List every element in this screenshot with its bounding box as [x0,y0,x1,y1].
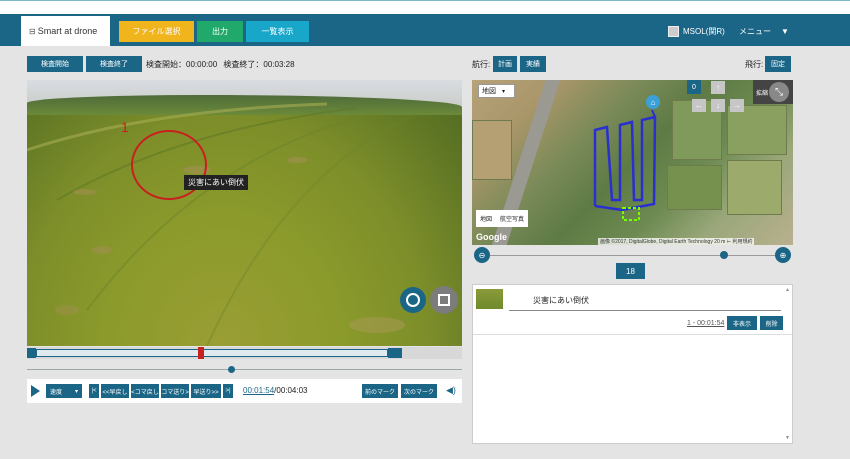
map-type-label: 地図 [482,88,496,95]
current-time[interactable]: 00:01:54 [243,386,274,395]
zoom-track[interactable] [490,255,775,256]
pan-down-icon[interactable]: ↓ [711,99,725,112]
chevron-down-icon: ▼ [781,26,789,36]
plan-button[interactable]: 計画 [493,56,517,72]
scroll-up-icon[interactable]: ▲ [785,287,790,293]
pan-left-icon[interactable]: ← [692,99,706,112]
map-copyright: 画像 ©2017, DigitalGlobe, Digital Earth Te… [598,238,755,245]
hide-button[interactable]: 非表示 [727,316,757,330]
menu-label: メニュー [739,26,771,36]
map-zero-button[interactable]: 0 [687,80,701,94]
inspection-start-button[interactable]: 検査開始 [27,56,83,72]
timeline-bar[interactable] [27,347,462,359]
pan-right-icon[interactable]: → [730,99,744,112]
drone-video-player[interactable]: 1 災害にあい倒伏 [27,80,462,346]
marker-number: 1 [121,119,129,135]
marker-label: 災害にあい倒伏 [184,175,248,190]
inspection-start-label: 検査開始： [146,60,186,69]
skip-end-button[interactable]: >| [223,384,233,398]
window-top-strip [0,0,850,14]
app-header: ⊟ Smart at drone ファイル選択 出力 一覧表示 MSOL(関R)… [0,14,850,46]
list-item[interactable]: 災害にあい倒伏 1 - 00:01:54 非表示 削除 [473,285,792,335]
zoom-level: 18 [616,263,645,279]
zoom-handle[interactable] [719,251,728,259]
circle-marker-tool-button[interactable] [400,287,426,313]
legend-map-label[interactable]: 地図 [480,214,492,223]
app-logo-icon: ⊟ [29,26,36,36]
fullscreen-button[interactable]: 拡縮 ⤡ [753,80,793,104]
inspection-time-info: 検査開始：00:00:00 検査終了：00:03:28 [146,59,295,70]
list-view-button[interactable]: 一覧表示 [246,21,309,42]
inspection-start-time: 00:00:00 [186,60,218,69]
marker-list: 災害にあい倒伏 1 - 00:01:54 非表示 削除 ▲ ▼ [472,284,793,444]
frame-forward-button[interactable]: コマ送り> [161,384,189,398]
actual-button[interactable]: 実績 [520,56,546,72]
timeline-start-handle[interactable] [27,348,36,358]
user-info[interactable]: MSOL(関R) [668,24,725,38]
marker-time-link[interactable]: 1 - 00:01:54 [687,320,724,327]
scroll-down-icon[interactable]: ▼ [785,435,790,441]
home-icon[interactable]: ⌂ [646,95,660,109]
timeline-end-handle[interactable] [388,348,402,358]
circle-icon [406,293,420,307]
google-logo: Google [476,232,507,242]
skip-start-button[interactable]: |< [89,384,99,398]
playback-time: 00:01:54/00:04:03 [243,386,308,395]
marker-thumbnail [476,289,503,309]
chevron-down-icon: ▾ [502,88,506,95]
map-zoom-slider[interactable]: ⊖ ⊕ [472,245,793,265]
total-time: /00:04:03 [274,386,308,395]
square-icon [438,294,450,306]
volume-icon[interactable]: ◀) [446,385,456,396]
timeline-marker[interactable] [198,347,205,359]
playback-slider-track[interactable] [27,369,462,370]
user-name: MSOL(関R) [683,26,725,36]
field-rows-decoration [27,102,418,346]
fast-forward-button[interactable]: 早送り>> [191,384,221,398]
delete-button[interactable]: 削除 [760,316,783,330]
play-icon[interactable] [31,385,40,397]
legend-satellite-label[interactable]: 航空写真 [500,214,524,223]
fullscreen-icon: ⤡ [769,82,789,102]
playback-controls: 速度 ▾ |< <<早戻し <コマ戻し コマ送り> 早送り>> >| 00:01… [27,379,462,403]
fix-button[interactable]: 固定 [765,56,791,72]
pan-up-icon[interactable]: ↑ [711,81,725,94]
speed-label: 速度 [50,389,63,396]
chevron-down-icon: ▾ [74,388,78,395]
prev-mark-button[interactable]: 前のマーク [362,384,398,398]
file-select-button[interactable]: ファイル選択 [119,21,194,42]
output-button[interactable]: 出力 [197,21,243,42]
map-layer-toggle[interactable]: 地図 航空写真 [476,210,528,227]
inspection-end-label: 検査終了： [223,60,264,69]
frame-back-button[interactable]: <コマ戻し [131,384,159,398]
next-mark-button[interactable]: 次のマーク [401,384,437,398]
app-title: Smart at drone [37,26,98,36]
menu-dropdown[interactable]: メニュー ▼ [739,24,789,38]
marker-title: 災害にあい倒伏 [533,296,589,305]
app-logo-tab[interactable]: ⊟ Smart at drone [21,16,110,46]
fullscreen-label: 拡縮 [756,90,769,97]
playback-slider-handle[interactable] [228,366,236,373]
timeline-track[interactable] [36,349,388,357]
zoom-in-icon[interactable]: ⊕ [775,247,791,263]
fast-rewind-button[interactable]: <<早戻し [101,384,129,398]
square-marker-tool-button[interactable] [430,286,458,314]
flight-label: 飛行: [745,60,764,69]
zoom-out-icon[interactable]: ⊖ [474,247,490,263]
inspection-end-button[interactable]: 検査終了 [86,56,142,72]
map-type-select[interactable]: 地図 ▾ [478,84,515,98]
user-avatar-icon [668,25,679,37]
inspection-end-time: 00:03:28 [263,60,295,69]
divider [509,310,781,311]
speed-select[interactable]: 速度 ▾ [46,384,82,398]
route-label: 航行: [472,60,491,69]
